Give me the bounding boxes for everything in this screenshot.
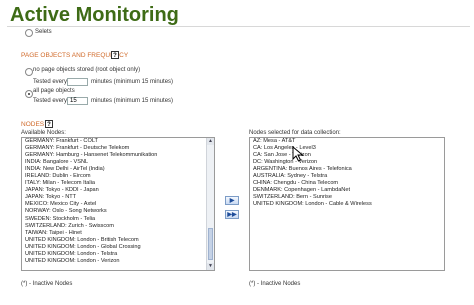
nodes-section-title: NODES [21,121,45,128]
available-node-item[interactable]: UNITED KINGDOM: London - Verizon [22,258,214,265]
mouse-pointer-icon [292,146,304,162]
selected-node-item[interactable]: CHINA: Chengdu - China Telecom [250,180,444,187]
add-node-button[interactable]: ▶ [225,196,239,205]
available-node-item[interactable]: GERMANY: Frankfurt - COLT [22,138,214,145]
selected-node-item[interactable]: DENMARK: Copenhagen - LambdaNet [250,187,444,194]
selected-nodes-label: Nodes selected for data collection: [249,130,341,136]
add-all-nodes-button[interactable]: ▶▶ [225,210,239,219]
scroll-up-icon[interactable]: ▲ [207,138,214,145]
available-nodes-items: GERMANY: Frankfurt - COLT GERMANY: Frankf… [22,138,214,265]
no-page-objects-label: no page objects stored (root object only… [33,67,141,73]
available-nodes-label: Available Nodes: [21,130,66,136]
available-nodes-list[interactable]: GERMANY: Frankfurt - COLT GERMANY: Frankf… [21,137,215,271]
available-node-item[interactable]: UNITED KINGDOM: London - Telstra [22,251,214,258]
available-node-item[interactable]: SWITZERLAND: Zurich - Swisscom [22,223,214,230]
available-node-item[interactable]: ITALY: Milan - Telecom Italia [22,180,214,187]
available-node-item[interactable]: GERMANY: Hamburg - Hansenet Telekommunik… [22,152,214,159]
available-nodes-scrollbar[interactable]: ▲ ▼ [206,138,214,270]
selected-node-item[interactable]: CA: San Jose - Verizon [250,152,444,159]
selected-node-item[interactable]: ARGENTINA: Buenos Aires - Telefonica [250,166,444,173]
available-node-item[interactable]: UNITED KINGDOM: London - British Telecom [22,237,214,244]
selected-node-item[interactable]: UNITED KINGDOM: London - Cable & Wireles… [250,201,444,208]
selected-nodes-items: AZ: Mesa - AT&T CA: Los Angeles - Level3 C… [250,138,444,208]
all-page-objects-label: all page objects [33,88,75,94]
no-page-objects-radio[interactable] [25,68,33,76]
available-node-item[interactable]: GERMANY: Frankfurt - Deutsche Telekom [22,145,214,152]
top-option-radio[interactable] [25,29,33,37]
available-node-item[interactable]: SWEDEN: Stockholm - Telia [22,216,214,223]
available-node-item[interactable]: TAIWAN: Taipei - Hinet [22,230,214,237]
selected-node-item[interactable]: CA: Los Angeles - Level3 [250,145,444,152]
selected-node-item[interactable]: DC: Washington - Verizon [250,159,444,166]
all-page-objects-radio[interactable] [25,90,33,98]
available-node-item[interactable]: NORWAY: Oslo - Song Networks [22,208,214,215]
top-option-label: Selets [35,29,52,35]
available-node-item[interactable]: JAPAN: Tokyo - NTT [22,194,214,201]
available-node-item[interactable]: INDIA: Bangalore - VSNL [22,159,214,166]
selected-node-item[interactable]: SWITZERLAND: Bern - Sunrise [250,194,444,201]
all-page-objects-tested-suffix: minutes (minimum 15 minutes) [91,98,174,104]
scroll-down-icon[interactable]: ▼ [207,263,214,270]
available-node-item[interactable]: MEXICO: Mexico City - Axtel [22,201,214,208]
selected-nodes-footnote: (*) - Inactive Nodes [249,281,301,287]
no-page-objects-minutes-input[interactable] [67,78,88,86]
all-page-objects-tested-prefix: Tested every [33,98,68,104]
no-page-objects-tested-prefix: Tested every [33,79,68,85]
nodes-help-icon[interactable]: ? [45,120,53,128]
available-node-item[interactable]: JAPAN: Tokyo - KDDI - Japan [22,187,214,194]
no-page-objects-tested-suffix: minutes (minimum 15 minutes) [91,79,174,85]
all-page-objects-minutes-input[interactable]: 15 [67,97,88,105]
selected-node-item[interactable]: AUSTRALIA: Sydney - Telstra [250,173,444,180]
title-divider [7,26,470,27]
available-node-item[interactable]: UNITED KINGDOM: London - Global Crossing [22,244,214,251]
scroll-thumb[interactable] [208,228,213,260]
available-nodes-footnote: (*) - Inactive Nodes [21,281,73,287]
available-node-item[interactable]: IRELAND: Dublin - Eircom [22,173,214,180]
selected-node-item[interactable]: AZ: Mesa - AT&T [250,138,444,145]
page-title: Active Monitoring [10,4,179,26]
available-node-item[interactable]: INDIA: New Delhi - AirTel (India) [22,166,214,173]
page-objects-help-icon[interactable]: ? [111,51,119,59]
selected-nodes-list[interactable]: AZ: Mesa - AT&T CA: Los Angeles - Level3 C… [249,137,445,271]
